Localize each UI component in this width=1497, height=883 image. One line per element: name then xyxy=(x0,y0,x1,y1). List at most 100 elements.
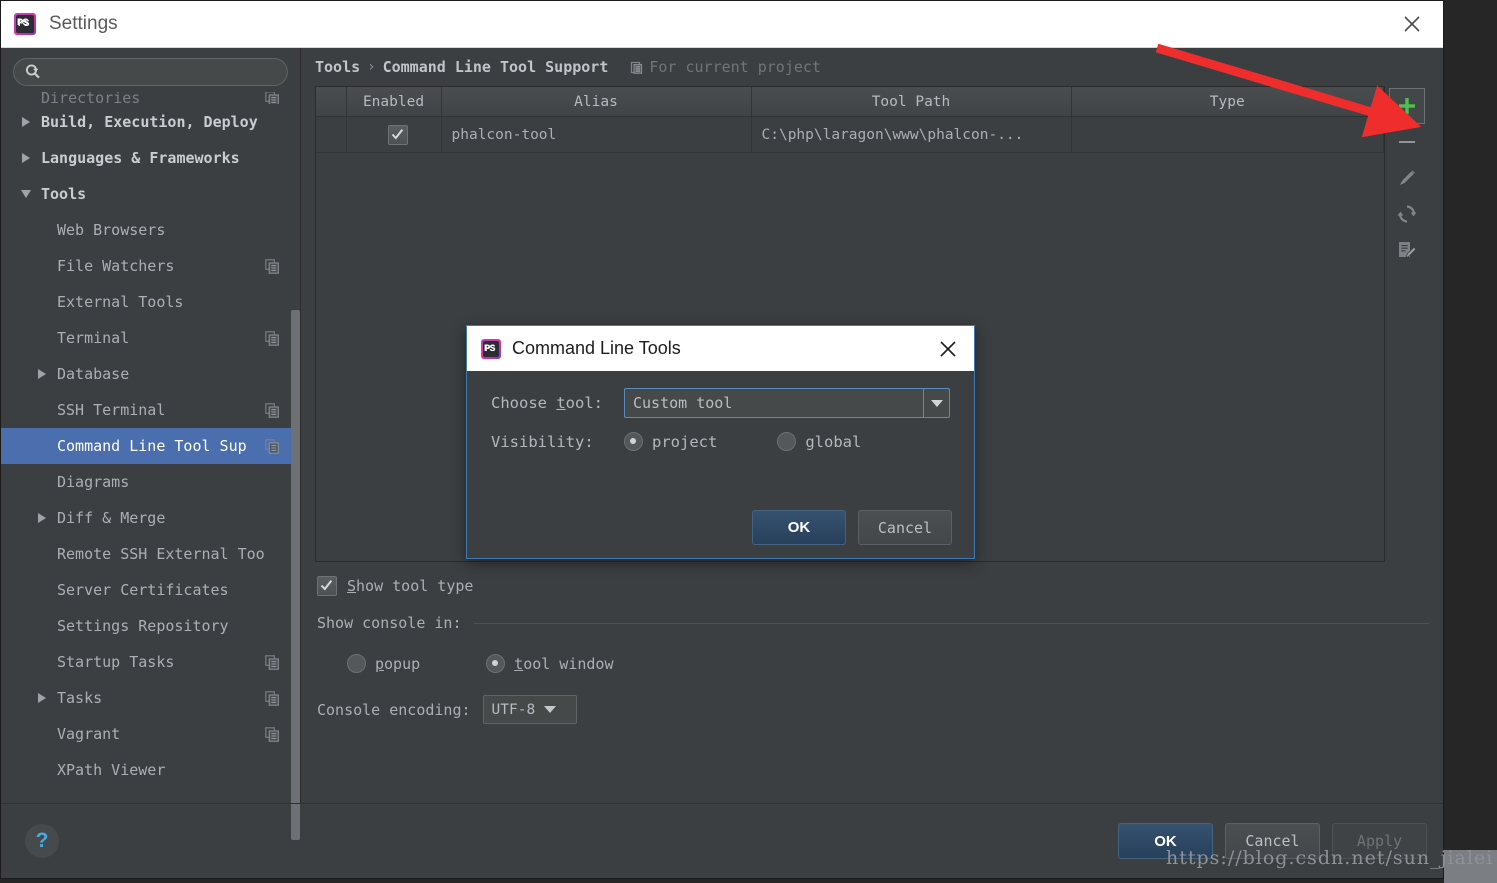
sidebar-item-external-tools[interactable]: External Tools xyxy=(1,284,300,320)
radio-visibility-global[interactable]: global xyxy=(777,432,861,451)
search-icon xyxy=(25,64,40,79)
chevron-right-icon[interactable] xyxy=(35,510,51,526)
pencil-icon xyxy=(1400,170,1415,185)
search-input[interactable] xyxy=(42,63,287,81)
sidebar-item-label: Terminal xyxy=(57,329,130,347)
radio-popup-label: popup xyxy=(375,654,421,673)
sidebar-item-file-watchers[interactable]: File Watchers xyxy=(1,248,300,284)
sidebar-item-label: XPath Viewer xyxy=(57,761,166,779)
dialog-ok-button[interactable]: OK xyxy=(752,510,846,545)
copy-settings-icon xyxy=(265,690,280,706)
breadcrumb: Tools › Command Line Tool Support For cu… xyxy=(301,48,1443,86)
dialog-cancel-button[interactable]: Cancel xyxy=(858,510,952,545)
sidebar-item-ssh-terminal[interactable]: SSH Terminal xyxy=(1,392,300,428)
sidebar-item-diff-merge[interactable]: Diff & Merge xyxy=(1,500,300,536)
show-tool-type-checkbox[interactable] xyxy=(317,576,337,596)
radio-tool-window-label: tool window xyxy=(514,654,614,673)
chevron-right-icon[interactable] xyxy=(35,366,51,382)
table-header-tool-path[interactable]: Tool Path xyxy=(751,87,1072,117)
edit-document-button[interactable] xyxy=(1389,232,1425,268)
sidebar-item-label: Server Certificates xyxy=(57,581,229,599)
sidebar-item-build-execution-deploy[interactable]: Build, Execution, Deploy xyxy=(1,104,300,140)
radio-project-indicator[interactable] xyxy=(624,432,643,451)
table-row[interactable]: phalcon-tool C:\php\laragon\www\phalcon-.… xyxy=(316,116,1384,153)
help-icon[interactable]: ? xyxy=(25,824,59,858)
add-tool-button[interactable] xyxy=(1389,88,1425,124)
search-box[interactable] xyxy=(13,58,288,86)
sidebar-item-tasks[interactable]: Tasks xyxy=(1,680,300,716)
sidebar-item-command-line-tool-sup[interactable]: Command Line Tool Sup xyxy=(1,428,300,464)
sidebar-item-label: Build, Execution, Deploy xyxy=(41,113,258,131)
table-header-gutter xyxy=(316,87,347,117)
table-header-enabled[interactable]: Enabled xyxy=(346,87,442,117)
plus-icon xyxy=(1399,98,1415,114)
sidebar-item-directories[interactable]: Directories xyxy=(1,92,300,104)
radio-tool-window[interactable]: tool window xyxy=(486,654,614,673)
sidebar-item-label: Languages & Frameworks xyxy=(41,149,240,167)
breadcrumb-root[interactable]: Tools xyxy=(315,58,360,76)
sidebar-item-label: Startup Tasks xyxy=(57,653,175,671)
sidebar-item-label: Vagrant xyxy=(57,725,121,743)
choose-tool-select[interactable]: Custom tool xyxy=(624,388,950,418)
radio-popup-indicator[interactable] xyxy=(347,654,366,673)
visibility-radios: project global xyxy=(624,432,861,451)
sidebar-item-diagrams[interactable]: Diagrams xyxy=(1,464,300,500)
dialog-body: Choose tool: Custom tool Visibility: pro… xyxy=(467,371,974,558)
sidebar-item-server-certificates[interactable]: Server Certificates xyxy=(1,572,300,608)
copy-settings-icon xyxy=(265,726,280,742)
chevron-down-icon[interactable] xyxy=(923,389,949,417)
sidebar-item-label: Database xyxy=(57,365,130,383)
copy-settings-icon xyxy=(265,258,280,274)
visibility-label: Visibility: xyxy=(491,432,594,451)
table-header-row: Enabled Alias Tool Path Type xyxy=(316,87,1384,117)
console-encoding-value: UTF-8 xyxy=(491,701,536,718)
screen-root: Settings xyxy=(0,0,1497,883)
sidebar-item-web-browsers[interactable]: Web Browsers xyxy=(1,212,300,248)
radio-project-label: project xyxy=(652,432,718,451)
sidebar-item-label: File Watchers xyxy=(57,257,175,275)
sidebar-item-tools[interactable]: Tools xyxy=(1,176,300,212)
radio-visibility-project[interactable]: project xyxy=(624,432,717,451)
radio-tool-window-indicator[interactable] xyxy=(486,654,506,673)
sidebar-scrollbar[interactable] xyxy=(291,310,300,840)
chevron-right-icon[interactable] xyxy=(19,150,35,166)
chevron-down-icon[interactable] xyxy=(19,186,35,202)
close-icon[interactable] xyxy=(1395,7,1429,41)
table-header-type[interactable]: Type xyxy=(1071,87,1384,117)
chevron-right-icon[interactable] xyxy=(35,690,51,706)
edit-tool-button[interactable] xyxy=(1389,160,1425,196)
chevron-right-icon[interactable] xyxy=(19,114,35,130)
sidebar-item-vagrant[interactable]: Vagrant xyxy=(1,716,300,752)
reload-tool-button[interactable] xyxy=(1389,196,1425,232)
breadcrumb-scope: For current project xyxy=(630,58,821,76)
dialog-close-icon[interactable] xyxy=(934,335,962,363)
sidebar-item-settings-repository[interactable]: Settings Repository xyxy=(1,608,300,644)
radio-global-indicator[interactable] xyxy=(777,432,797,451)
sidebar-item-label: Tools xyxy=(41,185,87,203)
radio-popup[interactable]: popup xyxy=(347,654,420,673)
row-enabled-checkbox[interactable] xyxy=(346,116,442,153)
row-type[interactable] xyxy=(1071,116,1384,153)
copy-settings-icon xyxy=(265,654,280,670)
sidebar-item-languages-frameworks[interactable]: Languages & Frameworks xyxy=(1,140,300,176)
table-header-alias[interactable]: Alias xyxy=(441,87,752,117)
sidebar-item-database[interactable]: Database xyxy=(1,356,300,392)
show-tool-type-label[interactable]: Show tool type xyxy=(347,577,473,595)
console-encoding-select[interactable]: UTF-8 xyxy=(482,695,577,724)
sidebar-item-startup-tasks[interactable]: Startup Tasks xyxy=(1,644,300,680)
sidebar-item-remote-ssh-external-too[interactable]: Remote SSH External Too xyxy=(1,536,300,572)
row-tool-path[interactable]: C:\php\laragon\www\phalcon-... xyxy=(751,116,1072,153)
window-titlebar: Settings xyxy=(1,1,1443,48)
remove-tool-button[interactable] xyxy=(1389,124,1425,160)
copy-settings-icon xyxy=(265,402,280,418)
check-icon xyxy=(320,579,333,591)
show-console-in-label: Show console in: xyxy=(317,614,462,632)
sidebar-item-xpath-viewer[interactable]: XPath Viewer xyxy=(1,752,300,788)
sidebar-item-terminal[interactable]: Terminal xyxy=(1,320,300,356)
row-alias[interactable]: phalcon-tool xyxy=(441,116,752,153)
